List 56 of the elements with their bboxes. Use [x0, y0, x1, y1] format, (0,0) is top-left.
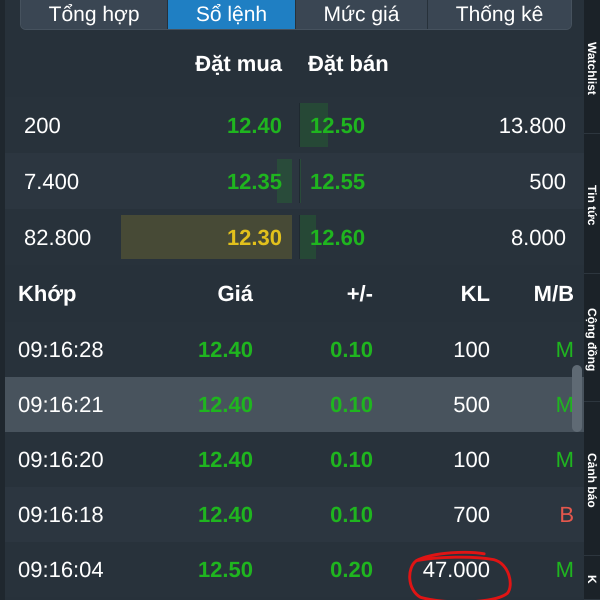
trade-row[interactable]: 09:16:18 12.40 0.10 700 B — [5, 487, 584, 542]
match-price: 12.40 — [198, 501, 253, 529]
side-tab[interactable]: Cộng đồng — [584, 274, 600, 402]
buy-sell-side: M — [556, 391, 574, 419]
ask-price: 12.60 — [310, 224, 366, 252]
price-change: 0.10 — [330, 446, 373, 474]
match-time: 09:16:28 — [18, 336, 104, 364]
match-price: 12.40 — [198, 391, 253, 419]
side-tab[interactable]: Watchlist — [584, 0, 600, 134]
side-tab[interactable]: Tin tức — [584, 134, 600, 274]
buy-sell-side: M — [556, 336, 574, 364]
column-header: KL — [460, 280, 490, 308]
trade-row[interactable]: 09:16:21 12.40 0.10 500 M — [5, 377, 584, 432]
match-volume: 100 — [453, 446, 490, 474]
match-price: 12.40 — [198, 446, 253, 474]
bid-price: 12.30 — [226, 224, 282, 252]
tab[interactable]: Thống kê — [427, 0, 571, 29]
match-time: 09:16:04 — [18, 556, 104, 584]
match-time: 09:16:18 — [18, 501, 104, 529]
buy-sell-side: M — [556, 556, 574, 584]
bid-price: 12.35 — [226, 168, 282, 196]
price-change: 0.10 — [330, 391, 373, 419]
tab[interactable]: Mức giá — [294, 0, 428, 29]
side-tab[interactable]: Cảnh báo — [584, 402, 600, 556]
match-price: 12.50 — [198, 556, 253, 584]
tab[interactable]: Tổng hợp — [21, 0, 168, 29]
match-volume: 700 — [453, 501, 490, 529]
scrollbar-thumb[interactable] — [572, 365, 582, 432]
column-header: Khớp — [18, 280, 76, 308]
ask-volume: 13.800 — [498, 112, 566, 140]
price-change: 0.10 — [330, 336, 373, 364]
match-volume: 47.000 — [422, 556, 490, 584]
buy-sell-side: M — [556, 446, 574, 474]
tab[interactable]: Sổ lệnh — [167, 0, 295, 29]
bid-volume: 7.400 — [24, 168, 80, 194]
match-time: 09:16:21 — [18, 391, 104, 419]
bid-volume: 200 — [24, 112, 61, 138]
ask-volume: 8.000 — [510, 224, 566, 252]
ask-price: 12.50 — [310, 112, 366, 140]
price-change: 0.20 — [330, 556, 373, 584]
column-header: M/B — [534, 280, 574, 308]
ask-price: 12.55 — [310, 168, 366, 196]
column-header: +/- — [346, 280, 373, 308]
column-header: Đặt bán — [308, 50, 389, 78]
price-change: 0.10 — [330, 501, 373, 529]
column-header: Giá — [218, 280, 253, 308]
match-time: 09:16:20 — [18, 446, 104, 474]
column-header: Đặt mua — [195, 50, 282, 78]
match-price: 12.40 — [198, 336, 253, 364]
bid-volume: 82.800 — [24, 224, 92, 250]
ask-volume: 500 — [529, 168, 566, 196]
match-volume: 500 — [453, 391, 490, 419]
buy-sell-side: B — [559, 501, 574, 529]
match-volume: 100 — [453, 336, 490, 364]
bid-price: 12.40 — [226, 112, 282, 140]
side-tab[interactable]: K — [584, 556, 600, 600]
